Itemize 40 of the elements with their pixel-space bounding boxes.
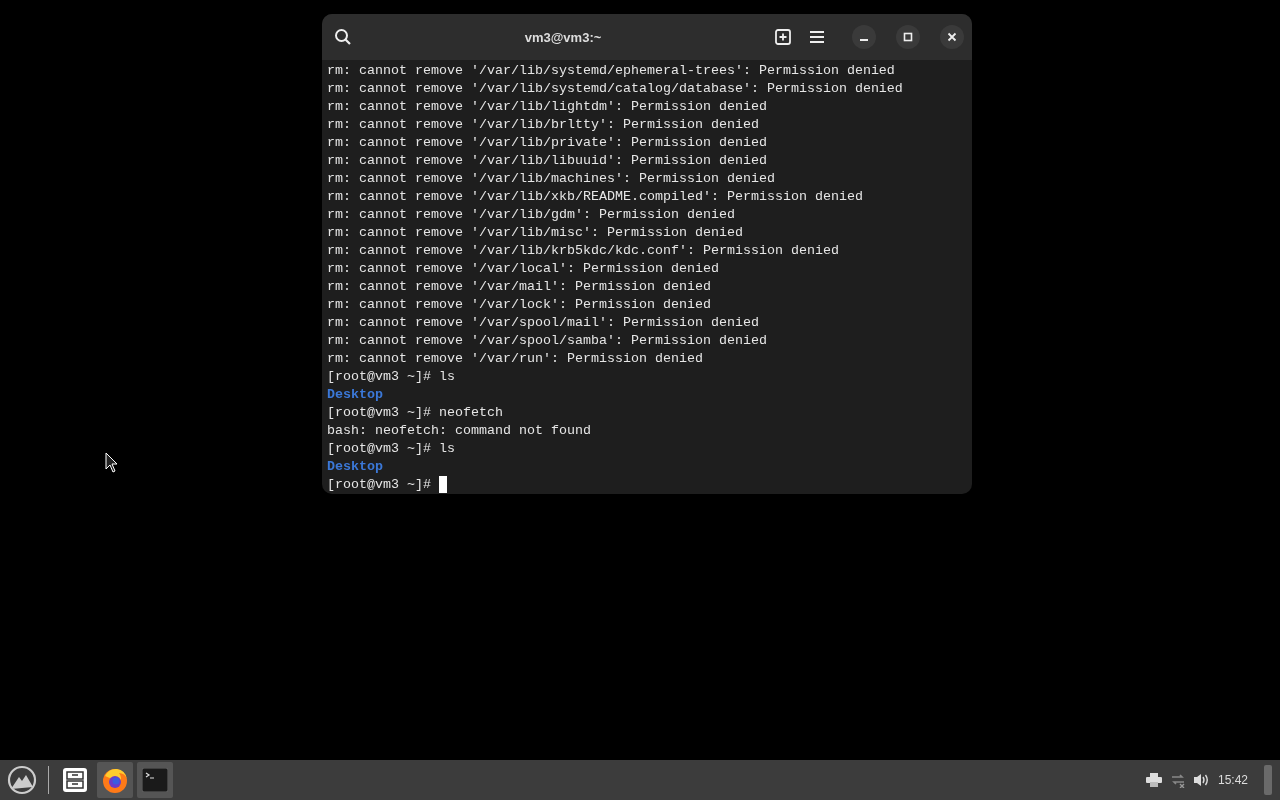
command-prompt: [root@vm3 ~]# neofetch bbox=[327, 405, 503, 420]
terminal-output: rm: cannot remove '/var/lib/libuuid': Permission denied bbox=[327, 153, 767, 168]
menu-icon bbox=[809, 30, 825, 44]
network-disconnected-icon[interactable] bbox=[1169, 772, 1186, 788]
terminal-output: rm: cannot remove '/var/mail': Permission denied bbox=[327, 279, 711, 294]
terminal-output: rm: cannot remove '/var/lib/krb5kdc/kdc.conf': Permission denied bbox=[327, 243, 839, 258]
terminal-output: rm: cannot remove '/var/spool/mail': Permission denied bbox=[327, 315, 759, 330]
close-button[interactable] bbox=[940, 25, 964, 49]
command-prompt: [root@vm3 ~]# ls bbox=[327, 369, 455, 384]
terminal-output: rm: cannot remove '/var/spool/samba': Permission denied bbox=[327, 333, 767, 348]
terminal-output: rm: cannot remove '/var/lib/machines': Permission denied bbox=[327, 171, 775, 186]
minimize-button[interactable] bbox=[852, 25, 876, 49]
terminal-output: rm: cannot remove '/var/lib/misc': Permission denied bbox=[327, 225, 743, 240]
terminal-output: rm: cannot remove '/var/lib/brltty': Permission denied bbox=[327, 117, 759, 132]
minimize-icon bbox=[860, 39, 868, 41]
search-icon bbox=[334, 28, 352, 46]
terminal-output: rm: cannot remove '/var/lib/gdm': Permission denied bbox=[327, 207, 735, 222]
terminal-output: rm: cannot remove '/var/lib/lightdm': Permission denied bbox=[327, 99, 767, 114]
terminal-output: rm: cannot remove '/var/lib/private': Permission denied bbox=[327, 135, 767, 150]
plus-icon bbox=[775, 29, 791, 45]
close-icon bbox=[947, 32, 957, 42]
terminal-output: rm: cannot remove '/var/lock': Permission denied bbox=[327, 297, 711, 312]
browser-button[interactable] bbox=[97, 762, 133, 798]
terminal-output: rm: cannot remove '/var/lib/systemd/ephemeral-trees': Permission denied bbox=[327, 63, 895, 78]
volume-icon[interactable] bbox=[1193, 773, 1210, 787]
terminal-output: rm: cannot remove '/var/lib/xkb/README.compiled': Permission denied bbox=[327, 189, 863, 204]
window-title: vm3@vm3:~ bbox=[524, 30, 602, 45]
clock[interactable]: 15:42 bbox=[1217, 771, 1248, 789]
maximize-button[interactable] bbox=[896, 25, 920, 49]
terminal-output: rm: cannot remove '/var/lib/systemd/catalog/database': Permission denied bbox=[327, 81, 903, 96]
command-prompt: [root@vm3 ~]# ls bbox=[327, 441, 455, 456]
terminal-output: bash: neofetch: command not found bbox=[327, 423, 591, 438]
directory-name: Desktop bbox=[327, 387, 383, 402]
directory-name: Desktop bbox=[327, 459, 383, 474]
printer-icon[interactable] bbox=[1145, 773, 1162, 787]
mouse-pointer-icon bbox=[105, 452, 119, 474]
command-prompt: [root@vm3 ~]# bbox=[327, 477, 431, 492]
terminal-output: rm: cannot remove '/var/run': Permission denied bbox=[327, 351, 703, 366]
maximize-icon bbox=[903, 32, 913, 42]
terminal-output: rm: cannot remove '/var/local': Permission denied bbox=[327, 261, 719, 276]
